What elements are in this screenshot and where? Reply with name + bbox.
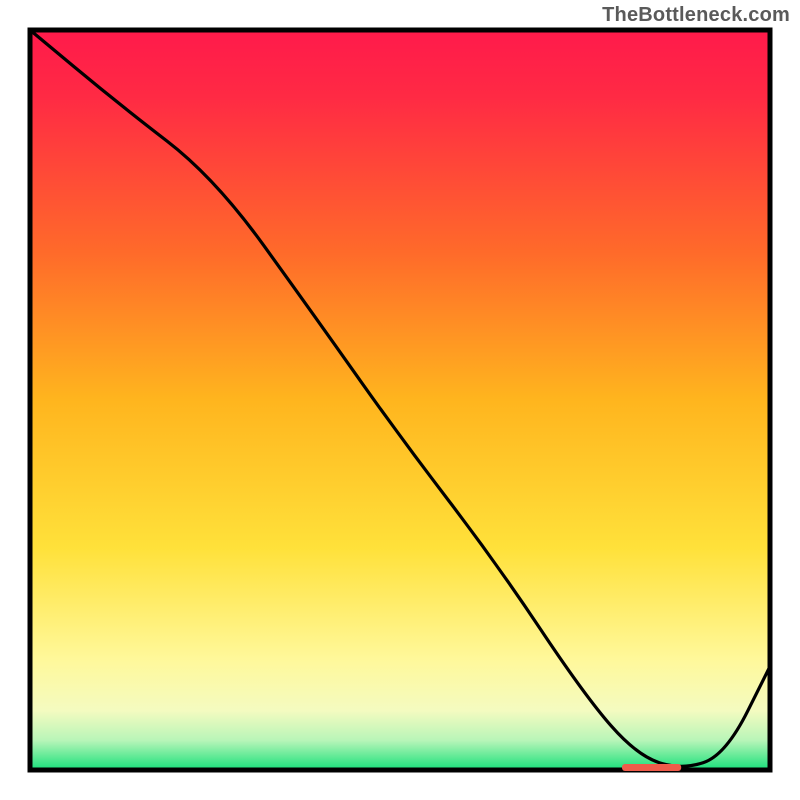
plot-background bbox=[30, 30, 770, 770]
chart-stage: TheBottleneck.com bbox=[0, 0, 800, 800]
trough-marker bbox=[622, 764, 681, 771]
bottleneck-chart bbox=[0, 0, 800, 800]
